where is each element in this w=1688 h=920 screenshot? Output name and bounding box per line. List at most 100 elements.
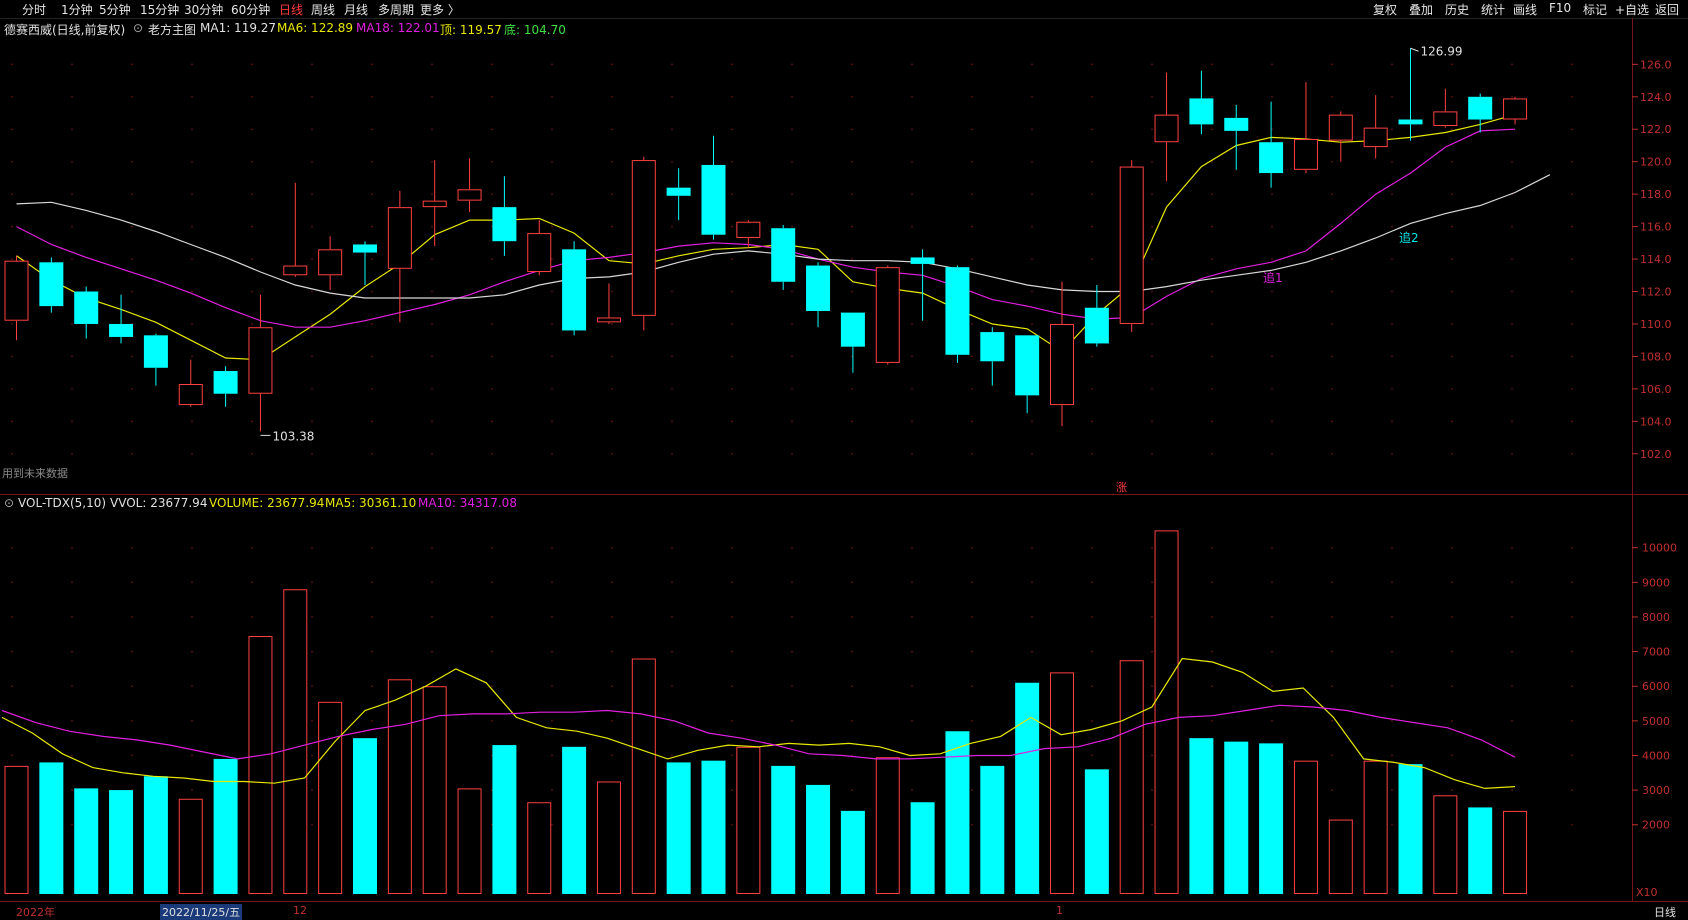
grid-dot	[971, 63, 973, 66]
grid-dot	[1151, 720, 1153, 722]
candle	[109, 294, 134, 344]
grid-dot	[191, 323, 193, 325]
grid-dot	[551, 355, 553, 358]
candle-body	[1084, 307, 1109, 344]
grid-dot	[1211, 650, 1213, 653]
price-tick-label: 118.0	[1640, 188, 1672, 201]
grid-dot	[851, 95, 853, 98]
grid-dot	[131, 420, 133, 423]
grid-dot	[311, 546, 313, 549]
grid-dot	[1391, 323, 1393, 325]
grid-dot	[671, 355, 673, 358]
grid-dot	[851, 720, 853, 722]
grid-dot	[671, 128, 673, 131]
grid-dot	[1451, 452, 1453, 455]
time-axis: 2022年 2022/11/25/五 12 1 日线	[0, 901, 1688, 920]
volume-bar	[457, 788, 482, 895]
vol-tick-label: 9000	[1642, 576, 1670, 589]
grid-dot	[1331, 193, 1333, 195]
candle-body	[387, 207, 412, 269]
grid-dot	[1511, 323, 1513, 325]
grid-dot	[911, 581, 913, 584]
grid-dot	[371, 546, 373, 549]
grid-dot	[611, 616, 613, 618]
grid-dot	[131, 225, 133, 228]
grid-dot	[611, 95, 613, 98]
grid-dot	[1571, 355, 1573, 358]
grid-dot	[431, 290, 433, 293]
grid-dot	[791, 650, 793, 653]
grid-dot	[1271, 258, 1273, 260]
grid-dot	[191, 581, 193, 584]
grid-dot	[791, 581, 793, 584]
grid-dot	[491, 388, 493, 390]
grid-dot	[11, 754, 13, 757]
grid-dot	[1391, 388, 1393, 390]
grid-dot	[1271, 720, 1273, 722]
grid-dot	[791, 546, 793, 549]
grid-dot	[1091, 388, 1093, 390]
grid-dot	[671, 452, 673, 455]
grid-dot	[1091, 128, 1093, 131]
grid-dot	[491, 290, 493, 293]
grid-dot	[131, 685, 133, 688]
grid-dot	[911, 546, 913, 549]
grid-dot	[1571, 290, 1573, 293]
volume-bar	[1050, 672, 1074, 894]
grid-dot	[851, 63, 853, 66]
grid-dot	[1211, 323, 1213, 325]
price-tick-label: 108.0	[1640, 350, 1672, 363]
grid-dot	[971, 225, 973, 228]
vol-unit-label: X10	[1636, 886, 1658, 899]
grid-dot	[1451, 388, 1453, 390]
volume-bar	[1328, 819, 1353, 895]
candle-body	[492, 207, 517, 242]
candle-body	[74, 291, 99, 324]
grid-dot	[671, 685, 673, 688]
grid-dot	[911, 95, 913, 98]
grid-dot	[371, 128, 373, 131]
grid-dot	[71, 650, 73, 653]
volume-bar	[143, 776, 168, 894]
grid-dot	[1151, 63, 1153, 66]
candle-body	[1503, 98, 1528, 120]
grid-dot	[1211, 616, 1213, 618]
volume-bar	[1154, 530, 1179, 895]
grid-dot	[1271, 95, 1273, 98]
grid-dot	[1511, 650, 1513, 653]
grid-dot	[1331, 95, 1333, 98]
grid-dot	[191, 754, 193, 757]
grid-dot	[251, 581, 253, 584]
grid-dot	[1571, 160, 1573, 163]
grid-dot	[11, 63, 13, 66]
grid-dot	[1391, 720, 1393, 722]
candle-body	[980, 332, 1005, 362]
grid-dot	[311, 452, 313, 455]
grid-dot	[1091, 225, 1093, 228]
price-tick-label: 104.0	[1640, 415, 1672, 428]
grid-dot	[11, 95, 13, 98]
grid-dot	[131, 193, 133, 195]
grid-dot	[551, 581, 553, 584]
grid-dot	[371, 355, 373, 358]
grid-dot	[551, 685, 553, 688]
grid-dot	[611, 546, 613, 549]
grid-dot	[551, 323, 553, 325]
grid-dot	[1391, 63, 1393, 66]
grid-dot	[311, 323, 313, 325]
grid-dot	[1451, 323, 1453, 325]
grid-dot	[731, 225, 733, 228]
grid-dot	[1271, 193, 1273, 195]
candle-body	[422, 200, 447, 208]
grid-dot	[371, 225, 373, 228]
grid-dot	[851, 452, 853, 455]
ma-line-ma6	[16, 128, 1516, 328]
kline-chart[interactable]: 102.0 104.0 106.0 108.0 110.0 112.0 114.0 116.0…	[0, 0, 1688, 918]
volume-bar	[701, 760, 726, 894]
grid-dot	[251, 193, 253, 195]
grid-dot	[491, 420, 493, 423]
grid-dot	[1211, 720, 1213, 722]
candle-body	[875, 267, 900, 363]
grid-dot	[71, 546, 73, 549]
grid-dot	[551, 754, 553, 757]
